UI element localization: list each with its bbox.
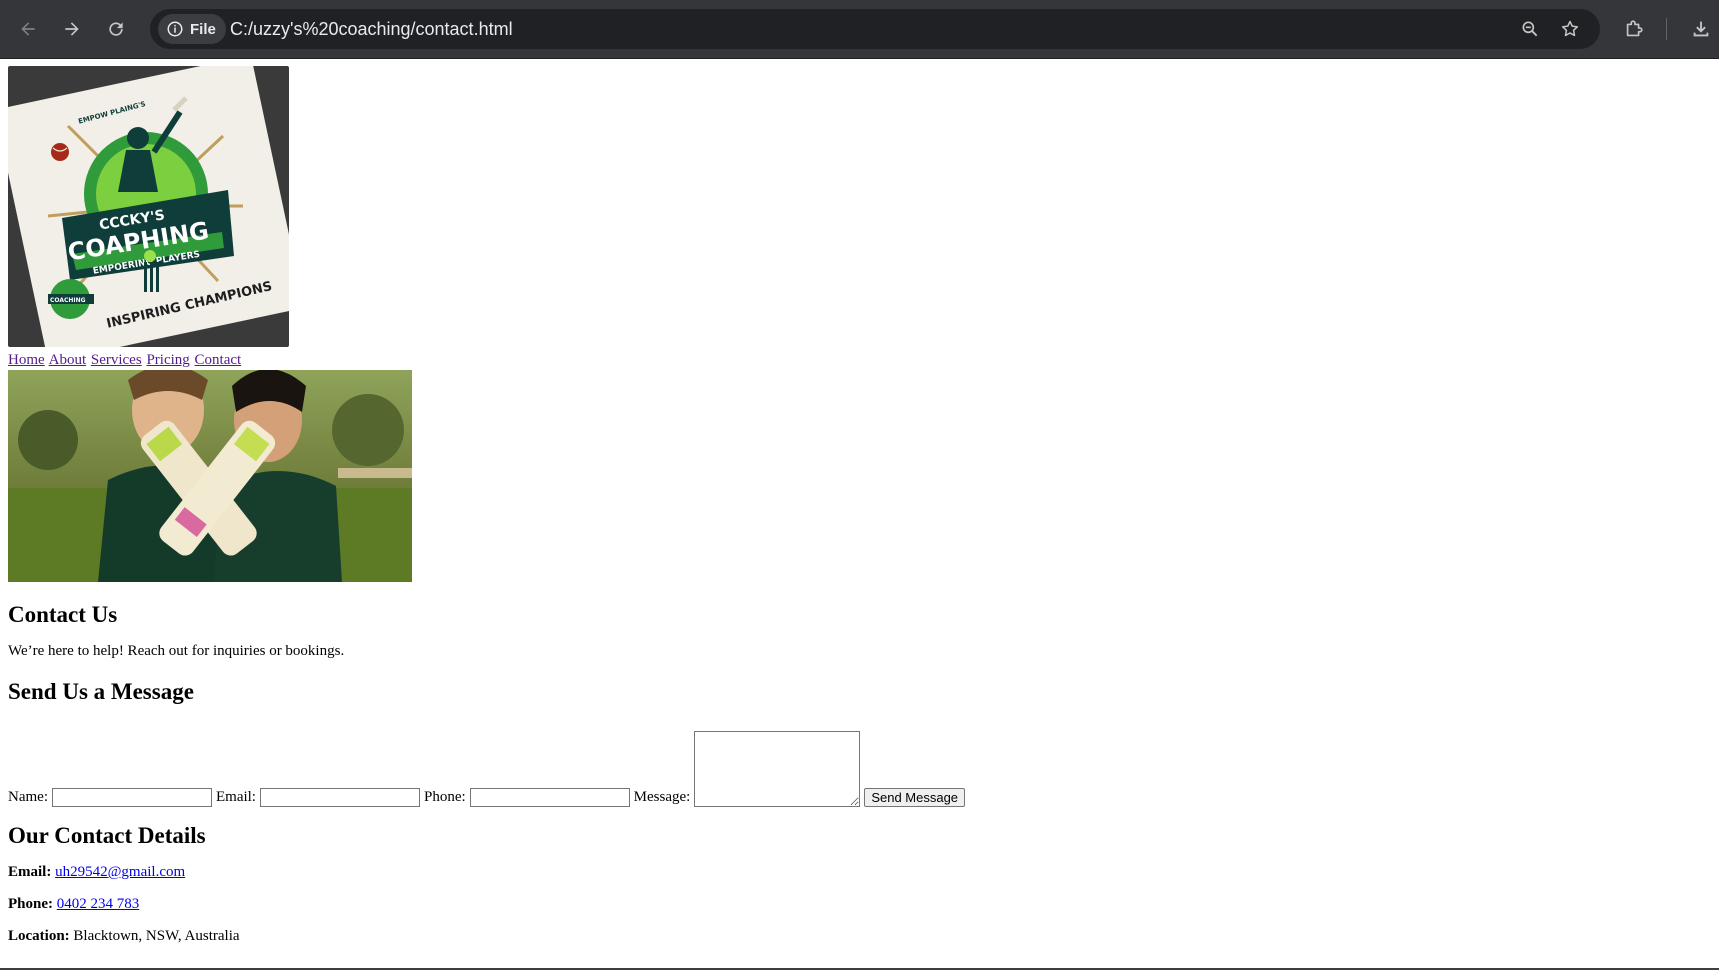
email-field[interactable]	[259, 788, 420, 807]
nav-link-pricing[interactable]: Pricing	[146, 352, 189, 368]
puzzle-icon	[1626, 20, 1643, 37]
detail-phone-label: Phone:	[8, 896, 53, 912]
contact-form: Name: Email: Phone: Message: Send Messag…	[8, 721, 1708, 807]
detail-email-label: Email:	[8, 864, 52, 880]
reload-icon	[109, 22, 123, 36]
logo-text-small: COACHING	[50, 297, 86, 304]
main-nav: Home About Services Pricing Contact	[8, 351, 1708, 369]
detail-phone: Phone: 0402 234 783	[8, 895, 1708, 913]
zoom-button[interactable]	[1518, 17, 1542, 41]
name-field[interactable]	[51, 788, 212, 807]
forward-button[interactable]	[55, 12, 89, 46]
url-text[interactable]: C:/uzzy's%20coaching/contact.html	[230, 9, 513, 49]
message-label: Message:	[633, 789, 691, 805]
star-icon	[1561, 20, 1579, 37]
phone-field[interactable]	[469, 788, 630, 807]
arrow-left-icon	[21, 22, 35, 36]
extensions-button[interactable]	[1621, 16, 1647, 42]
phone-link[interactable]: 0402 234 783	[57, 896, 140, 912]
nav-link-contact[interactable]: Contact	[195, 352, 242, 368]
detail-location-label: Location:	[8, 928, 70, 944]
browser-toolbar: File C:/uzzy's%20coaching/contact.html	[0, 0, 1719, 59]
arrow-right-icon	[65, 22, 79, 36]
message-field[interactable]	[694, 731, 861, 807]
download-icon	[1693, 21, 1709, 37]
info-icon	[167, 21, 183, 37]
intro-text: We’re here to help! Reach out for inquir…	[8, 643, 345, 659]
detail-location: Location: Blacktown, NSW, Australia	[8, 927, 1708, 945]
hero-image	[8, 370, 412, 582]
toolbar-divider	[1666, 18, 1667, 40]
reload-button[interactable]	[99, 12, 133, 46]
form-heading: Send Us a Message	[8, 679, 194, 704]
downloads-button[interactable]	[1688, 16, 1714, 42]
detail-email: Email: uh29542@gmail.com	[8, 863, 1708, 881]
site-info-chip[interactable]: File	[158, 14, 226, 44]
email-label: Email:	[215, 789, 256, 805]
site-chip-label: File	[190, 20, 216, 38]
nav-link-about[interactable]: About	[49, 352, 87, 368]
nav-link-home[interactable]: Home	[8, 352, 45, 368]
bookmark-button[interactable]	[1558, 17, 1582, 41]
back-button[interactable]	[11, 12, 45, 46]
page-content: CCCKY'S COAPHING EMPOERING PLAYERS EMPOW…	[8, 66, 1708, 945]
details-heading: Our Contact Details	[8, 823, 206, 848]
name-label: Name:	[8, 789, 48, 805]
nav-link-services[interactable]: Services	[91, 352, 142, 368]
send-message-button[interactable]: Send Message	[864, 788, 966, 807]
logo-image: CCCKY'S COAPHING EMPOERING PLAYERS EMPOW…	[8, 66, 289, 347]
zoom-out-icon	[1522, 21, 1538, 37]
address-bar[interactable]: File C:/uzzy's%20coaching/contact.html	[150, 9, 1600, 49]
phone-label: Phone:	[423, 789, 466, 805]
location-value: Blacktown, NSW, Australia	[73, 928, 240, 944]
page-title: Contact Us	[8, 602, 118, 627]
email-link[interactable]: uh29542@gmail.com	[55, 864, 185, 880]
